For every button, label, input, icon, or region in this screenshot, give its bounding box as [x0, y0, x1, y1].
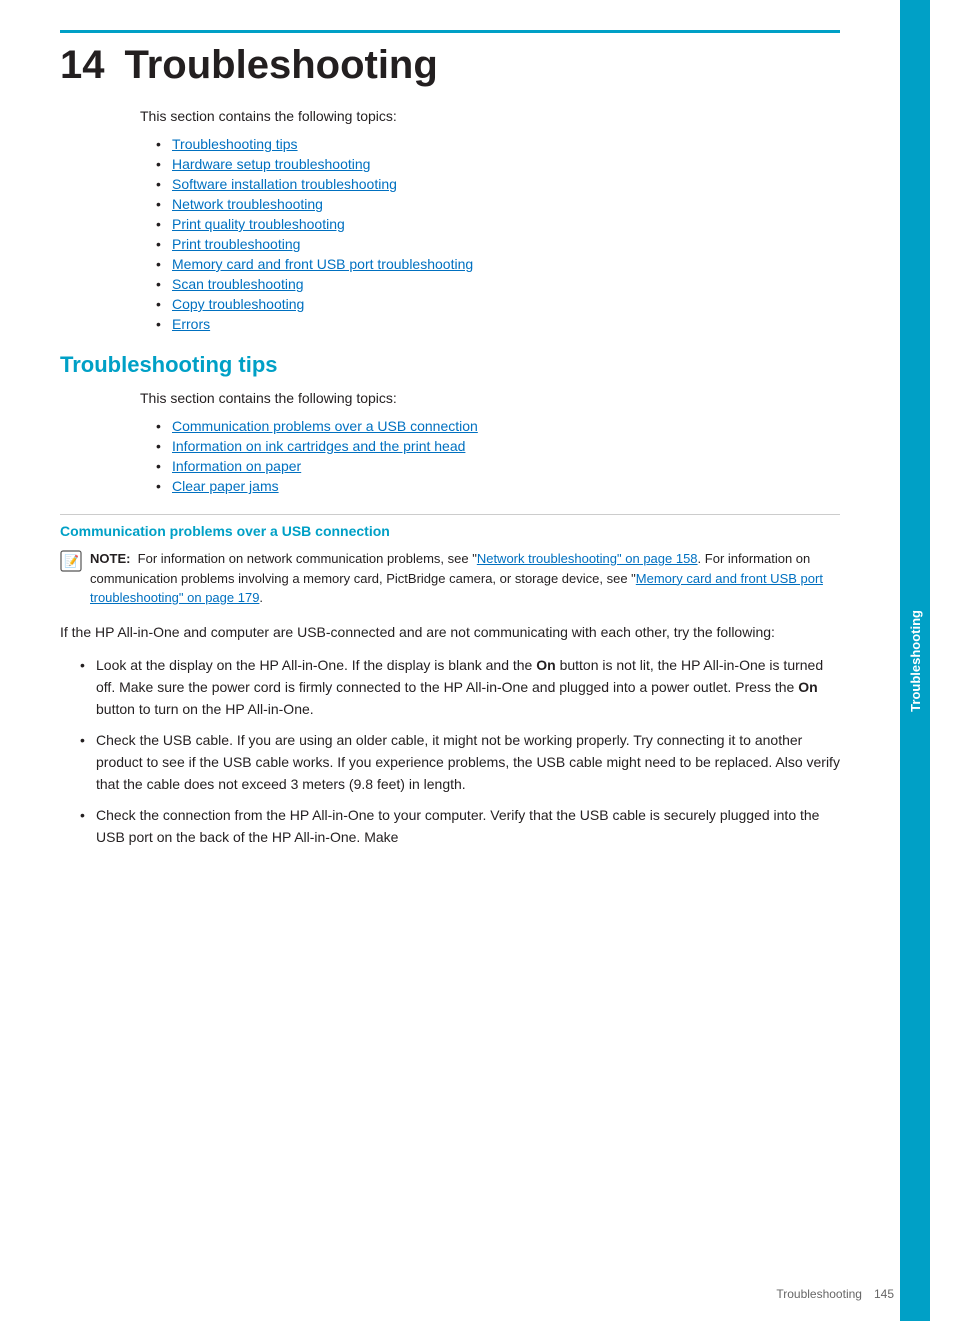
side-tab: Troubleshooting — [900, 0, 930, 1321]
list-item: Troubleshooting tips — [156, 136, 840, 152]
topic-link[interactable]: Scan troubleshooting — [172, 276, 304, 292]
topic-link[interactable]: Troubleshooting tips — [172, 136, 298, 152]
chapter-header: 14 Troubleshooting — [60, 30, 840, 88]
section-usb: Communication problems over a USB connec… — [60, 514, 840, 849]
note-link-network[interactable]: Network troubleshooting" on page 158 — [477, 551, 698, 566]
side-tab-label: Troubleshooting — [908, 610, 923, 712]
list-item: Print quality troubleshooting — [156, 216, 840, 232]
list-item: Information on ink cartridges and the pr… — [156, 438, 840, 454]
usb-body-intro: If the HP All-in-One and computer are US… — [60, 622, 840, 644]
topic-link[interactable]: Network troubleshooting — [172, 196, 323, 212]
topic-link[interactable]: Print troubleshooting — [172, 236, 300, 252]
note-text: NOTE: For information on network communi… — [90, 549, 840, 608]
chapter-name: Troubleshooting — [125, 43, 438, 88]
list-item: Software installation troubleshooting — [156, 176, 840, 192]
chapter-topic-list: Troubleshooting tips Hardware setup trou… — [156, 136, 840, 332]
list-item: Network troubleshooting — [156, 196, 840, 212]
section-tips-intro: This section contains the following topi… — [140, 390, 840, 406]
list-item: Check the connection from the HP All-in-… — [80, 805, 840, 848]
topic-link[interactable]: Clear paper jams — [172, 478, 279, 494]
list-item: Memory card and front USB port troublesh… — [156, 256, 840, 272]
chapter-title: 14 Troubleshooting — [60, 43, 840, 88]
footer-section: Troubleshooting — [776, 1287, 862, 1301]
topic-link[interactable]: Print quality troubleshooting — [172, 216, 345, 232]
svg-text:📝: 📝 — [64, 554, 79, 568]
topic-link[interactable]: Hardware setup troubleshooting — [172, 156, 370, 172]
note-box: 📝 NOTE: For information on network commu… — [60, 549, 840, 608]
section-tips-heading: Troubleshooting tips — [60, 352, 840, 378]
topic-link[interactable]: Information on ink cartridges and the pr… — [172, 438, 465, 454]
list-item: Scan troubleshooting — [156, 276, 840, 292]
topic-link[interactable]: Software installation troubleshooting — [172, 176, 397, 192]
list-item: Copy troubleshooting — [156, 296, 840, 312]
list-item: Information on paper — [156, 458, 840, 474]
list-item: Clear paper jams — [156, 478, 840, 494]
tips-topic-list: Communication problems over a USB connec… — [156, 418, 840, 494]
footer-page: 145 — [874, 1287, 894, 1301]
list-item: Look at the display on the HP All-in-One… — [80, 655, 840, 720]
chapter-intro: This section contains the following topi… — [140, 108, 840, 124]
topic-link[interactable]: Copy troubleshooting — [172, 296, 304, 312]
topic-link[interactable]: Memory card and front USB port troublesh… — [172, 256, 473, 272]
topic-link[interactable]: Errors — [172, 316, 210, 332]
topic-link[interactable]: Information on paper — [172, 458, 301, 474]
list-item: Communication problems over a USB connec… — [156, 418, 840, 434]
chapter-number: 14 — [60, 43, 105, 88]
note-label: NOTE: — [90, 551, 130, 566]
usb-heading: Communication problems over a USB connec… — [60, 514, 840, 539]
note-link-memory[interactable]: Memory card and front USB port troublesh… — [90, 571, 823, 606]
list-item: Check the USB cable. If you are using an… — [80, 730, 840, 795]
topic-link[interactable]: Communication problems over a USB connec… — [172, 418, 478, 434]
section-tips: Troubleshooting tips This section contai… — [60, 352, 840, 494]
list-item: Hardware setup troubleshooting — [156, 156, 840, 172]
note-icon: 📝 — [60, 550, 82, 572]
list-item: Print troubleshooting — [156, 236, 840, 252]
list-item: Errors — [156, 316, 840, 332]
page-footer: Troubleshooting 145 — [776, 1287, 894, 1301]
usb-bullet-list: Look at the display on the HP All-in-One… — [80, 655, 840, 849]
